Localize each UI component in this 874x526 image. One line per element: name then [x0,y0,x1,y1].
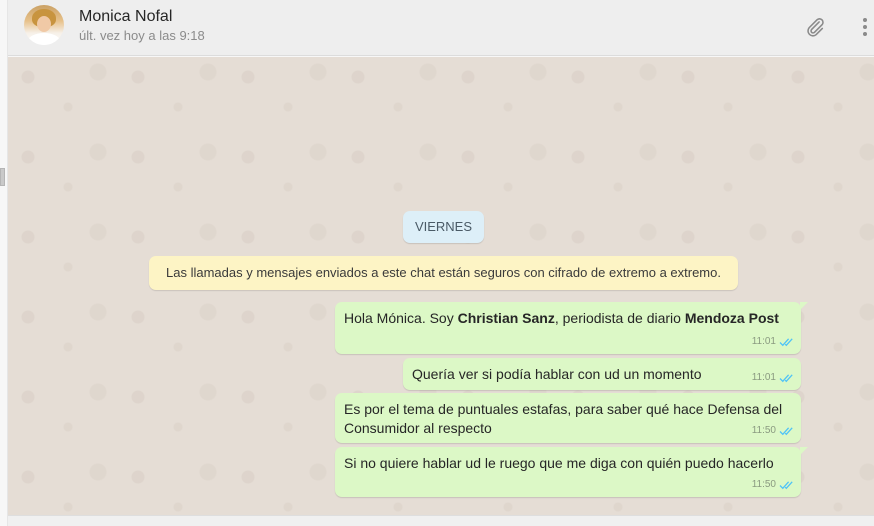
double-check-icon [779,426,793,435]
message-meta: 11:01 [752,368,795,387]
date-divider: VIERNES [403,211,484,243]
message-time: 11:01 [751,372,776,383]
avatar-face [37,16,51,32]
contact-avatar[interactable] [24,5,64,45]
message-bold-name: Christian Sanz [457,310,555,326]
vertical-dots-icon[interactable] [852,14,874,40]
message-bubble[interactable]: Quería ver si podía hablar con ud un mom… [403,358,801,390]
paperclip-icon[interactable] [802,14,828,40]
avatar-shirt [28,33,60,45]
message-text: Hola Mónica. Soy Christian Sanz, periodi… [344,309,792,328]
message-text: Es por el tema de puntuales estafas, par… [344,401,783,436]
conversation-panel[interactable]: VIERNES Las llamadas y mensajes enviados… [8,57,874,515]
double-check-icon [779,373,793,382]
composer-bar-edge [8,515,874,526]
message-meta: 11:50 [752,475,795,494]
message-time: 11:50 [751,425,776,436]
contact-name[interactable]: Monica Nofal [79,8,172,26]
last-seen-status: últ. vez hoy a las 9:18 [79,28,205,43]
double-check-icon [779,480,793,489]
message-text: Si no quiere hablar ud le ruego que me d… [344,455,774,471]
panel-resize-handle[interactable] [0,168,5,186]
message-bold-outlet: Mendoza Post [684,310,779,326]
message-text: Quería ver si podía hablar con ud un mom… [412,366,702,382]
message-bubble[interactable]: Es por el tema de puntuales estafas, par… [335,393,801,443]
message-meta: 11:01 [752,332,795,351]
left-panel-edge [0,0,8,526]
double-check-icon [779,337,793,346]
message-time: 11:50 [751,479,776,490]
message-bubble[interactable]: Hola Mónica. Soy Christian Sanz, periodi… [335,302,808,354]
message-time: 11:01 [751,336,776,347]
message-text-part: , periodista de diario [554,310,685,326]
encryption-notice[interactable]: Las llamadas y mensajes enviados a este … [149,256,738,290]
chat-header: Monica Nofal últ. vez hoy a las 9:18 [8,0,874,56]
message-text-part: Hola Mónica. Soy [344,310,458,326]
message-meta: 11:50 [752,421,795,440]
message-bubble[interactable]: Si no quiere hablar ud le ruego que me d… [335,447,808,497]
